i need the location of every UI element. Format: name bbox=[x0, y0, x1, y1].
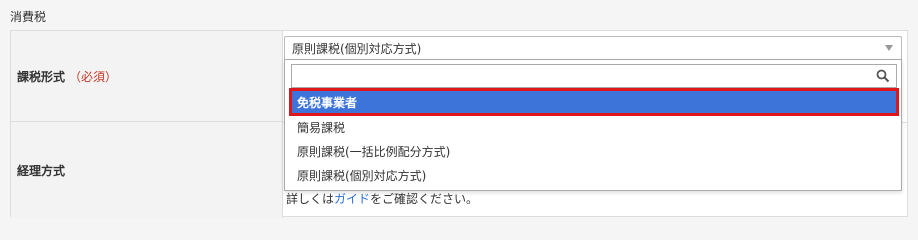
tax-form-dropdown: 免税事業者 簡易課税 原則課税(一括比例配分方式) 原則課税(個別対応方式) bbox=[284, 59, 902, 191]
search-icon bbox=[876, 69, 890, 83]
dropdown-option-kobetsu[interactable]: 原則課税(個別対応方式) bbox=[291, 163, 897, 187]
help-prefix: 詳しくは bbox=[286, 192, 335, 206]
guide-link[interactable]: ガイド bbox=[334, 192, 370, 206]
dropdown-search bbox=[291, 64, 897, 88]
dropdown-option-menzei[interactable]: 免税事業者 bbox=[289, 88, 899, 116]
dropdown-option-kani[interactable]: 簡易課税 bbox=[291, 115, 897, 139]
tax-form-label-text: 課税形式 bbox=[17, 69, 66, 84]
chevron-down-icon[interactable] bbox=[885, 45, 893, 51]
required-badge: （必須） bbox=[69, 69, 118, 84]
tax-form-select[interactable]: 原則課税(個別対応方式) bbox=[284, 36, 902, 60]
accounting-method-label: 経理方式 bbox=[11, 122, 283, 218]
dropdown-search-input[interactable] bbox=[292, 65, 896, 87]
help-suffix: をご確認ください。 bbox=[370, 192, 479, 206]
tax-form-label: 課税形式 （必須） bbox=[11, 31, 283, 122]
section-title: 消費税 bbox=[10, 10, 47, 24]
dropdown-option-ikkatsu[interactable]: 原則課税(一括比例配分方式) bbox=[291, 139, 897, 163]
tax-form-selected-value: 原則課税(個別対応方式) bbox=[292, 42, 422, 56]
accounting-method-label-text: 経理方式 bbox=[17, 163, 66, 178]
accounting-help-text: 詳しくはガイドをご確認ください。 bbox=[286, 190, 478, 207]
